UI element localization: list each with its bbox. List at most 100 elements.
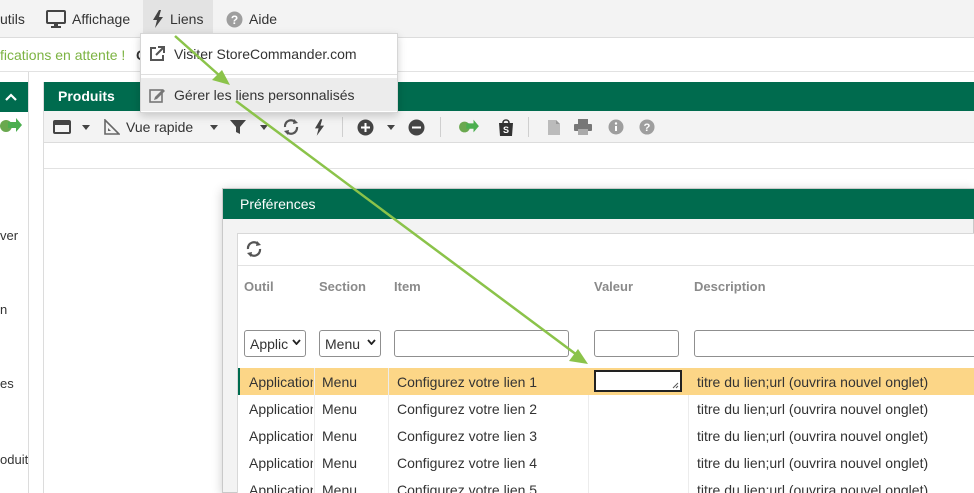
chevron-up-icon[interactable] <box>5 92 17 102</box>
grid-view-icon[interactable] <box>53 118 71 136</box>
notification-text[interactable]: fications en attente ! <box>0 47 125 63</box>
export-icon[interactable] <box>458 118 480 136</box>
external-link-icon <box>150 45 165 61</box>
toolbar-divider <box>440 117 441 137</box>
cell-item: Configurez votre lien 3 <box>397 428 538 444</box>
menu-affichage[interactable]: Affichage <box>46 0 130 38</box>
menu-affichage-label: Affichage <box>72 11 131 27</box>
table-row[interactable]: Application Menu Configurez votre lien 5… <box>238 476 974 493</box>
left-label-1: ver <box>0 228 19 243</box>
products-toolbar: Vue rapide S ? <box>44 111 974 143</box>
chevron-down-icon <box>292 339 301 345</box>
table-row[interactable]: Application Menu Configurez votre lien 3… <box>238 422 974 449</box>
left-label-4: oduit <box>0 452 29 467</box>
cell-outil: Application <box>249 455 313 471</box>
cell-item: Configurez votre lien 1 <box>397 374 538 390</box>
menu-outils[interactable]: utils <box>0 0 34 38</box>
menu-item-visit-storecommander[interactable]: Visiter StoreCommander.com <box>141 37 397 70</box>
cell-divider <box>588 476 589 493</box>
preferences-title: Préférences <box>240 196 316 212</box>
quick-view-dropdown[interactable]: Vue rapide <box>104 118 219 136</box>
filter-section-value: Menu <box>325 335 361 352</box>
bolt-icon[interactable] <box>314 118 325 136</box>
filter-valeur-input[interactable] <box>594 330 679 357</box>
svg-text:S: S <box>503 125 509 135</box>
table-row[interactable]: Application Menu Configurez votre lien 2… <box>238 395 974 422</box>
column-header-description[interactable]: Description <box>694 279 766 294</box>
products-title: Produits <box>58 88 115 104</box>
export-icon[interactable] <box>0 116 22 136</box>
cell-valeur-editor[interactable] <box>594 370 682 392</box>
cell-divider <box>314 476 315 493</box>
menu-item-manage-links[interactable]: Gérer les liens personnalisés <box>141 78 397 111</box>
column-header-valeur[interactable]: Valeur <box>594 279 633 294</box>
cell-description: titre du lien;url (ouvrira nouvel onglet… <box>697 482 929 493</box>
csv-file-icon[interactable] <box>547 118 561 136</box>
print-icon[interactable] <box>574 118 592 136</box>
caret-down-icon[interactable] <box>260 118 268 136</box>
cell-description: titre du lien;url (ouvrira nouvel onglet… <box>697 401 929 417</box>
filter-section-select[interactable]: Menu <box>319 330 381 357</box>
left-panel-header <box>0 82 28 112</box>
remove-icon[interactable] <box>408 118 425 136</box>
column-header-outil[interactable]: Outil <box>244 279 274 294</box>
menu-item-visit-label: Visiter StoreCommander.com <box>174 45 357 62</box>
table-row[interactable]: Application Menu Configurez votre lien 4… <box>238 449 974 476</box>
cell-item: Configurez votre lien 2 <box>397 401 538 417</box>
caret-down-icon[interactable] <box>387 118 395 136</box>
cell-divider <box>588 395 589 422</box>
cell-section: Menu <box>322 374 358 390</box>
left-panel: ver n es oduit <box>0 72 29 493</box>
cell-section: Menu <box>322 482 358 493</box>
filter-icon[interactable] <box>230 118 246 136</box>
refresh-icon[interactable] <box>245 240 263 258</box>
caret-down-icon[interactable] <box>82 118 90 136</box>
column-header-section[interactable]: Section <box>319 279 366 294</box>
cell-outil: Application <box>249 401 313 417</box>
links-dropdown-menu: Visiter StoreCommander.com Gérer les lie… <box>140 33 398 113</box>
column-header-item[interactable]: Item <box>394 279 421 294</box>
filter-outil-value: Applic <box>250 335 289 352</box>
shopping-bag-icon[interactable]: S <box>498 118 514 136</box>
cell-section: Menu <box>322 401 358 417</box>
menu-liens-label: Liens <box>170 11 204 27</box>
cell-outil: Application <box>249 374 313 390</box>
cell-description: titre du lien;url (ouvrira nouvel onglet… <box>697 455 929 471</box>
left-label-2: n <box>0 302 8 317</box>
filter-description-input[interactable] <box>694 330 974 357</box>
info-icon[interactable] <box>608 118 624 136</box>
help-icon: ? <box>226 11 243 27</box>
cell-outil: Application <box>249 428 313 444</box>
cell-divider <box>388 449 389 476</box>
cell-description: titre du lien;url (ouvrira nouvel onglet… <box>697 428 929 444</box>
resize-grip-icon <box>672 382 679 389</box>
help-icon[interactable]: ? <box>639 118 655 136</box>
menu-item-manage-label: Gérer les liens personnalisés <box>174 86 355 103</box>
cell-divider <box>388 476 389 493</box>
filter-item-input[interactable] <box>394 330 569 357</box>
quick-view-label: Vue rapide <box>126 119 194 135</box>
cell-divider <box>688 449 689 476</box>
cell-section: Menu <box>322 455 358 471</box>
preferences-window: Préférences Outil Section Item Valeur De… <box>222 188 974 493</box>
refresh-icon[interactable] <box>282 118 300 136</box>
menu-outils-label: utils <box>0 11 25 27</box>
cell-divider <box>688 422 689 449</box>
left-label-3: es <box>0 376 14 391</box>
toolbar-divider <box>528 117 529 137</box>
filter-outil-select[interactable]: Applic <box>244 330 306 357</box>
grid-toolbar <box>238 234 974 266</box>
cell-divider <box>388 368 389 395</box>
cell-divider <box>314 449 315 476</box>
edit-icon <box>149 88 165 103</box>
toolbar-divider <box>342 117 343 137</box>
bolt-icon <box>153 10 163 28</box>
chevron-down-icon <box>367 339 376 345</box>
add-icon[interactable] <box>357 118 374 136</box>
preferences-header: Préférences <box>223 189 974 219</box>
cell-divider <box>388 395 389 422</box>
table-row[interactable]: Application Menu Configurez votre lien 1… <box>238 368 974 395</box>
cell-divider <box>314 368 315 395</box>
menu-aide-label: Aide <box>249 11 278 27</box>
svg-text:?: ? <box>231 13 238 27</box>
